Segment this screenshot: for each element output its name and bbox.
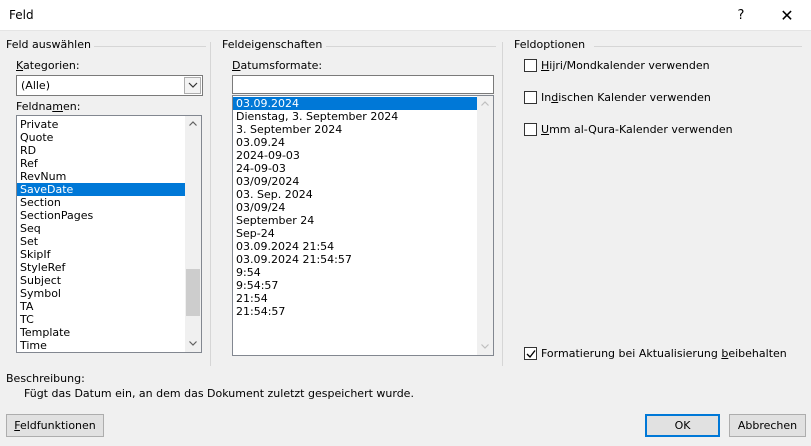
date-format-item[interactable]: 2024-09-03 (233, 149, 477, 162)
chevron-down-icon (189, 341, 197, 346)
vertical-divider (210, 42, 211, 366)
chevron-up-icon (481, 101, 489, 106)
description-text: Fügt das Datum ein, an dem das Dokument … (24, 387, 414, 400)
ok-button[interactable]: OK (645, 414, 720, 437)
dialog-title: Feld (9, 8, 34, 22)
date-formats-list[interactable]: 03.09.2024 Dienstag, 3. September 2024 3. … (232, 95, 494, 356)
field-name-item[interactable]: Time (17, 339, 186, 352)
date-format-item[interactable]: 21:54 (233, 292, 477, 305)
date-format-item[interactable]: 03/09/24 (233, 201, 477, 214)
date-format-item[interactable]: Dienstag, 3. September 2024 (233, 110, 477, 123)
umm-al-qura-checkbox[interactable] (524, 123, 537, 136)
scroll-thumb[interactable] (186, 269, 200, 316)
field-name-item[interactable]: Set (17, 235, 186, 248)
divider (94, 46, 206, 47)
field-name-item[interactable]: Template (17, 326, 186, 339)
field-name-item[interactable]: Symbol (17, 287, 186, 300)
date-format-item[interactable]: 9:54:57 (233, 279, 477, 292)
date-format-item[interactable]: 3. September 2024 (233, 123, 477, 136)
cancel-button[interactable]: Abbrechen (729, 414, 806, 437)
preserve-formatting-checkbox[interactable] (524, 347, 537, 360)
checkmark-icon (526, 350, 536, 359)
date-format-item[interactable]: 03.09.24 (233, 136, 477, 149)
field-name-item[interactable]: SkipIf (17, 248, 186, 261)
field-name-item[interactable]: SectionPages (17, 209, 186, 222)
date-format-item[interactable]: 9:54 (233, 266, 477, 279)
field-properties-heading: Feldeigenschaften (222, 38, 323, 51)
indian-checkbox[interactable] (524, 91, 537, 104)
date-format-input[interactable] (232, 75, 494, 94)
close-button[interactable]: ✕ (765, 0, 809, 31)
divider (594, 46, 802, 47)
field-name-item[interactable]: RevNum (17, 170, 186, 183)
field-codes-button[interactable]: Feldfunktionen (6, 414, 104, 437)
scroll-up-button[interactable] (477, 96, 493, 112)
divider (326, 46, 496, 47)
date-format-item[interactable]: 03.09.2024 21:54 (233, 240, 477, 253)
field-name-item[interactable]: TC (17, 313, 186, 326)
field-name-item[interactable]: TA (17, 300, 186, 313)
date-format-item[interactable]: 03. Sep. 2024 (233, 188, 477, 201)
date-format-item[interactable]: 21:54:57 (233, 305, 477, 318)
dropdown-arrow-button[interactable] (184, 77, 201, 94)
field-names-label: Feldnamen: (16, 100, 81, 113)
field-name-item[interactable]: Section (17, 196, 186, 209)
chevron-down-icon (481, 344, 489, 349)
date-format-item[interactable]: Sep-24 (233, 227, 477, 240)
scroll-down-button[interactable] (185, 336, 201, 352)
date-format-item[interactable]: 03.09.2024 (233, 97, 477, 110)
chevron-up-icon (189, 121, 197, 126)
date-format-item[interactable]: 03/09/2024 (233, 175, 477, 188)
field-name-item[interactable]: Ref (17, 157, 186, 170)
date-formats-label: Datumsformate: (232, 59, 323, 72)
field-name-item[interactable]: RD (17, 144, 186, 157)
field-name-item[interactable]: Subject (17, 274, 186, 287)
categories-value: (Alle) (21, 79, 50, 92)
date-format-item[interactable]: 24-09-03 (233, 162, 477, 175)
field-name-item[interactable]: Private (17, 118, 186, 131)
chevron-down-icon (188, 82, 198, 88)
field-name-item[interactable]: StyleRef (17, 261, 186, 274)
select-field-heading: Feld auswählen (6, 38, 91, 51)
format-list-scrollbar[interactable] (477, 96, 493, 355)
field-name-item[interactable]: Quote (17, 131, 186, 144)
categories-label: Kategorien: (16, 59, 80, 72)
field-name-item[interactable]: Seq (17, 222, 186, 235)
hijri-checkbox[interactable] (524, 59, 537, 72)
scroll-up-button[interactable] (185, 116, 201, 132)
description-label: Beschreibung: (6, 372, 85, 385)
field-name-item[interactable]: SaveDate (17, 183, 186, 196)
vertical-divider (502, 42, 503, 366)
categories-dropdown[interactable]: (Alle) (16, 75, 203, 96)
scroll-down-button[interactable] (477, 339, 493, 355)
field-list-scrollbar[interactable] (185, 116, 201, 352)
date-format-item[interactable]: 03.09.2024 21:54:57 (233, 253, 477, 266)
date-format-item[interactable]: September 24 (233, 214, 477, 227)
field-dialog: Feld ? ✕ Feld auswählen Kategorien: (All… (0, 0, 811, 446)
field-options-heading: Feldoptionen (514, 38, 586, 51)
help-button[interactable]: ? (719, 0, 763, 31)
title-bar: Feld ? ✕ (0, 0, 811, 31)
field-names-list[interactable]: Private Quote RD Ref RevNum SaveDate Section Se… (16, 115, 202, 353)
